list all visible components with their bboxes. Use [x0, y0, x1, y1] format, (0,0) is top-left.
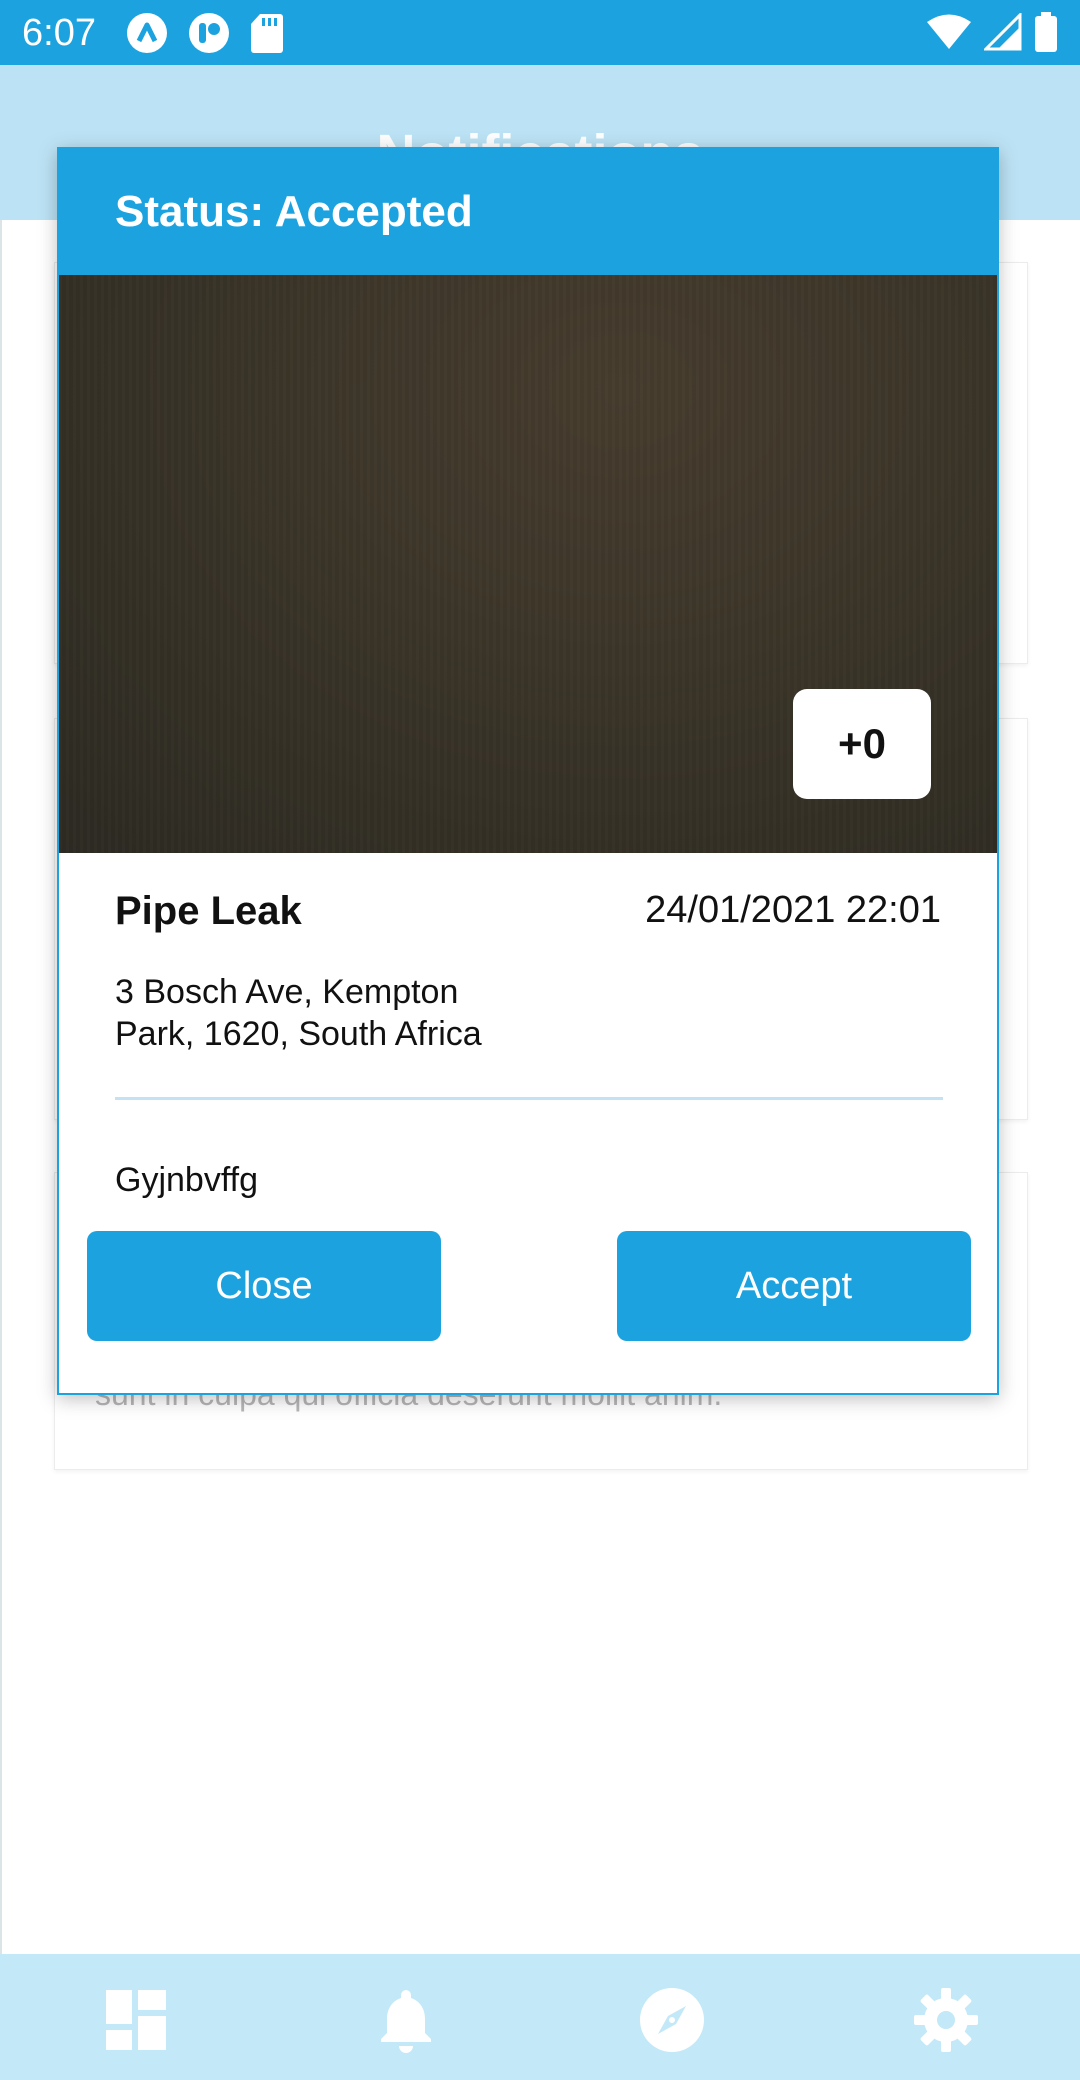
issue-address: 3 Bosch Ave, Kempton Park, 1620, South A…	[115, 973, 482, 1053]
nav-explore[interactable]	[636, 1984, 708, 2056]
gear-icon	[914, 1988, 978, 2052]
toggle-app-icon	[189, 13, 229, 53]
nav-settings[interactable]	[910, 1984, 982, 2056]
compass-icon	[640, 1988, 704, 2052]
issue-description: Gyjnbvffg	[115, 1161, 259, 1199]
issue-dialog: Status: Accepted +0 Pipe Leak 24/01/2021…	[57, 147, 999, 1395]
status-time: 6:07	[22, 12, 96, 54]
sd-card-icon	[251, 14, 283, 53]
dialog-header: Status: Accepted	[59, 149, 997, 275]
system-icons	[926, 12, 1058, 52]
battery-icon	[1035, 12, 1057, 52]
screen-edge	[0, 65, 2, 1955]
dialog-status-title: Status: Accepted	[115, 187, 473, 236]
bell-icon	[381, 1990, 431, 2053]
cell-signal-icon	[984, 13, 1022, 51]
wifi-icon	[927, 14, 971, 49]
bottom-navigation	[0, 1954, 1080, 2080]
issue-title: Pipe Leak	[115, 889, 302, 933]
divider	[115, 1097, 943, 1100]
image-count-badge[interactable]: +0	[793, 689, 931, 799]
close-button[interactable]: Close	[87, 1231, 441, 1341]
dashboard-icon	[106, 1990, 166, 2050]
issue-datetime: 24/01/2021 22:01	[645, 889, 941, 931]
arc-app-icon	[127, 13, 167, 53]
nav-dashboard[interactable]	[100, 1984, 172, 2056]
accept-button[interactable]: Accept	[617, 1231, 971, 1341]
status-bar: 6:07	[0, 0, 1080, 65]
notification-icons	[126, 12, 284, 54]
nav-notifications[interactable]	[370, 1984, 442, 2056]
